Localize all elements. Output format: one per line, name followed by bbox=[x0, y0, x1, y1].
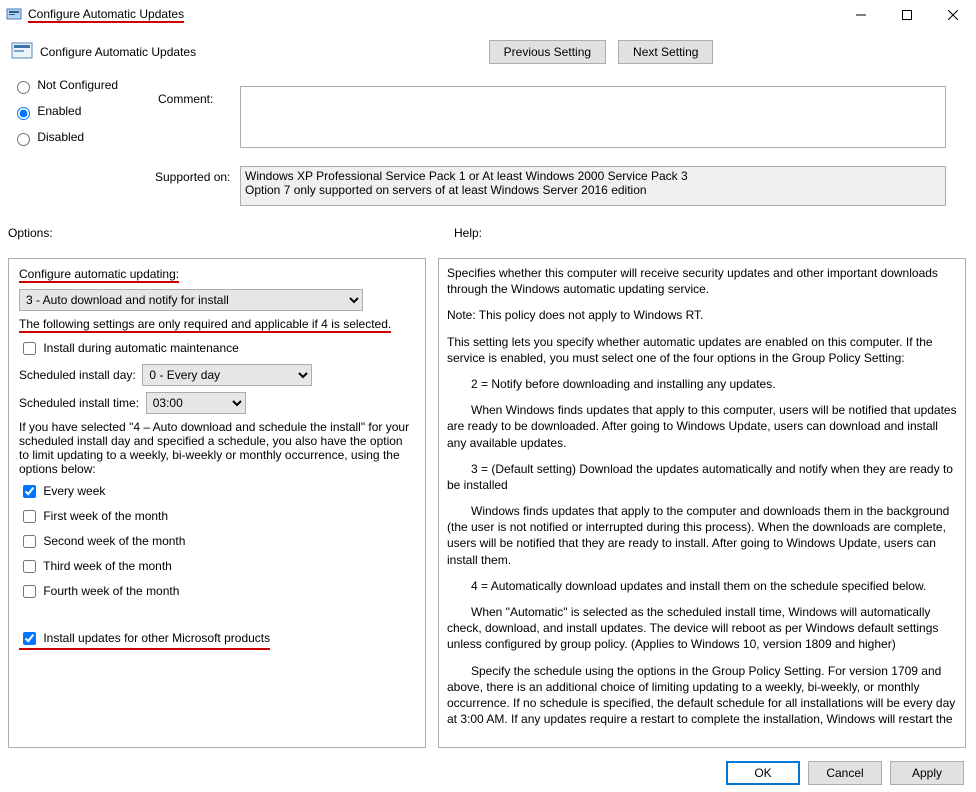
scheduled-time-select[interactable]: 03:00 bbox=[146, 392, 246, 414]
policy-title: Configure Automatic Updates bbox=[40, 45, 196, 59]
cb-every-week[interactable]: Every week bbox=[19, 484, 105, 498]
help-label: Help: bbox=[454, 226, 482, 240]
help-text: Windows finds updates that apply to the … bbox=[447, 503, 957, 568]
help-text: Specifies whether this computer will rec… bbox=[447, 265, 957, 297]
configure-updating-select[interactable]: 3 - Auto download and notify for install bbox=[19, 289, 363, 311]
apply-button[interactable]: Apply bbox=[890, 761, 964, 785]
comment-label: Comment: bbox=[158, 92, 213, 106]
help-text: When "Automatic" is selected as the sche… bbox=[447, 604, 957, 653]
cb-fourth-week[interactable]: Fourth week of the month bbox=[19, 584, 179, 598]
next-setting-button[interactable]: Next Setting bbox=[618, 40, 713, 64]
app-icon bbox=[6, 7, 22, 23]
options-schedule-note: If you have selected "4 – Auto download … bbox=[19, 420, 415, 476]
radio-disabled[interactable]: Disabled bbox=[12, 130, 142, 146]
supported-on-box: Windows XP Professional Service Pack 1 o… bbox=[240, 166, 946, 206]
dialog-button-bar: OK Cancel Apply bbox=[0, 754, 976, 792]
maximize-button[interactable] bbox=[884, 0, 930, 30]
policy-header: Configure Automatic Updates Previous Set… bbox=[0, 30, 976, 68]
cb-third-week[interactable]: Third week of the month bbox=[19, 559, 172, 573]
cb-first-week[interactable]: First week of the month bbox=[19, 509, 168, 523]
help-text: When Windows finds updates that apply to… bbox=[447, 402, 957, 451]
cb-install-during-maintenance[interactable]: Install during automatic maintenance bbox=[19, 341, 239, 355]
help-text: 3 = (Default setting) Download the updat… bbox=[447, 461, 957, 493]
cb-other-microsoft-products[interactable]: Install updates for other Microsoft prod… bbox=[19, 631, 270, 645]
help-text: Specify the schedule using the options i… bbox=[447, 663, 957, 728]
options-note-required-if-4: The following settings are only required… bbox=[19, 317, 391, 333]
minimize-button[interactable] bbox=[838, 0, 884, 30]
comment-input[interactable] bbox=[240, 86, 946, 148]
scheduled-time-label: Scheduled install time: bbox=[19, 396, 139, 410]
supported-line: Option 7 only supported on servers of at… bbox=[245, 183, 941, 197]
state-radio-group: Not Configured Enabled Disabled bbox=[12, 78, 142, 156]
scheduled-day-label: Scheduled install day: bbox=[19, 368, 136, 382]
supported-on-label: Supported on: bbox=[155, 170, 230, 184]
close-button[interactable] bbox=[930, 0, 976, 30]
help-panel[interactable]: Specifies whether this computer will rec… bbox=[438, 258, 966, 748]
ok-button[interactable]: OK bbox=[726, 761, 800, 785]
scheduled-day-select[interactable]: 0 - Every day bbox=[142, 364, 312, 386]
help-text: 4 = Automatically download updates and i… bbox=[447, 578, 957, 594]
radio-not-configured[interactable]: Not Configured bbox=[12, 78, 142, 94]
help-text: Note: This policy does not apply to Wind… bbox=[447, 307, 957, 323]
title-bar: Configure Automatic Updates bbox=[0, 0, 976, 30]
options-label: Options: bbox=[8, 226, 53, 240]
previous-setting-button[interactable]: Previous Setting bbox=[489, 40, 606, 64]
cancel-button[interactable]: Cancel bbox=[808, 761, 882, 785]
configure-updating-label: Configure automatic updating: bbox=[19, 267, 179, 283]
options-panel: Configure automatic updating: 3 - Auto d… bbox=[8, 258, 426, 748]
window-title: Configure Automatic Updates bbox=[28, 7, 184, 23]
supported-line: Windows XP Professional Service Pack 1 o… bbox=[245, 169, 941, 183]
cb-second-week[interactable]: Second week of the month bbox=[19, 534, 185, 548]
help-text: 2 = Notify before downloading and instal… bbox=[447, 376, 957, 392]
help-text: This setting lets you specify whether au… bbox=[447, 334, 957, 366]
policy-icon bbox=[10, 40, 34, 64]
radio-enabled[interactable]: Enabled bbox=[12, 104, 142, 120]
